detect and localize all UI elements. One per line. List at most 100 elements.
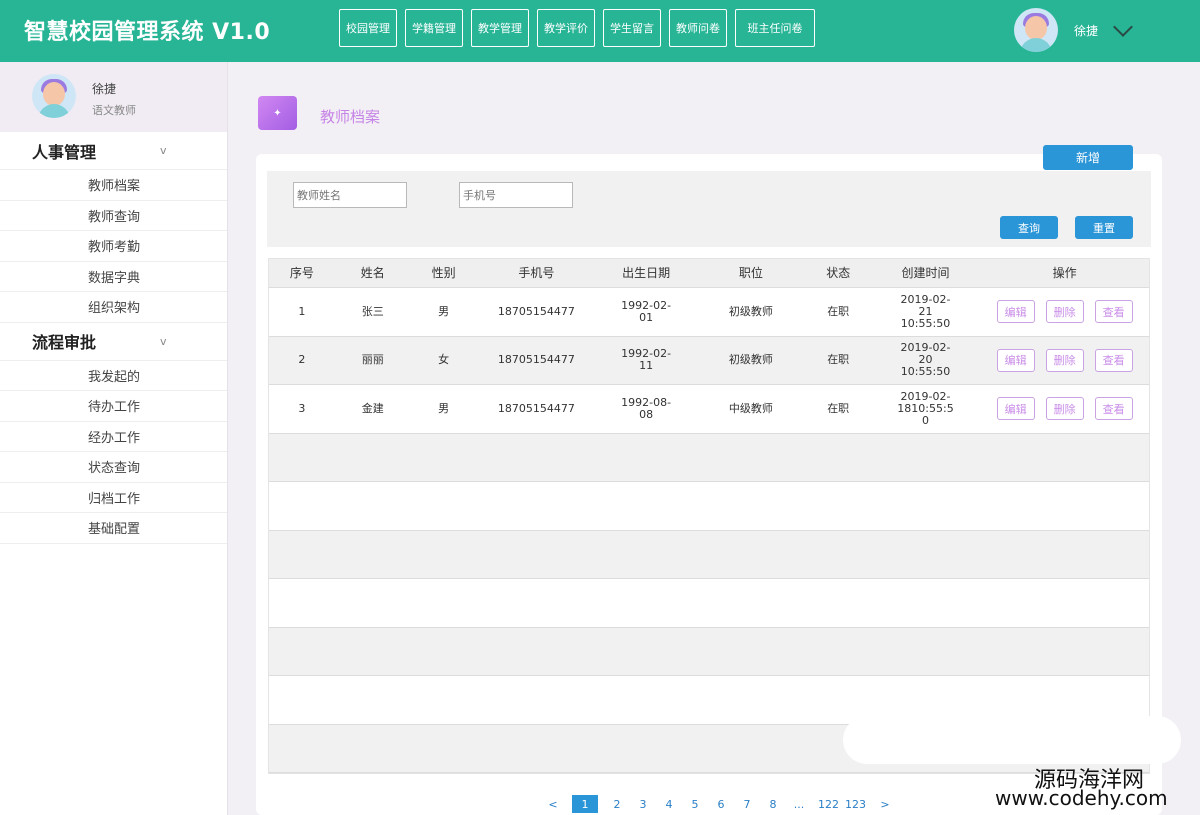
cell-created-time: 2019-02- 20 10:55:50 (871, 342, 981, 378)
cell-status: 在职 (827, 304, 850, 318)
page-1-button[interactable]: 1 (572, 795, 598, 813)
nav-headteacher-survey[interactable]: 班主任问卷 (735, 9, 815, 47)
cell-created-time: 2019-02- 21 10:55:50 (871, 292, 981, 330)
teacher-name-input[interactable] (293, 182, 407, 208)
nav-teaching-evaluation[interactable]: 教学评价 (537, 9, 595, 47)
page-8-button[interactable]: 8 (766, 795, 780, 813)
cell-index: 2 (298, 353, 306, 367)
sidebar-item-teacher-attendance[interactable]: 教师考勤 (0, 231, 227, 262)
cell-title: 初级教师 (728, 353, 773, 367)
column-header: 姓名 (360, 266, 385, 280)
edit-button[interactable]: 编辑 (996, 397, 1035, 421)
caret-down-icon[interactable]: v (160, 335, 167, 348)
created-line: 10:55:50 (900, 316, 951, 330)
column-header: 创建时间 (901, 266, 950, 280)
chevron-down-icon[interactable] (1113, 17, 1133, 37)
nav-teaching-management[interactable]: 教学管理 (471, 9, 529, 47)
next-page-button[interactable]: > (878, 795, 892, 813)
menu-group-title: 流程审批 (32, 333, 97, 352)
header-user-name[interactable]: 徐捷 (1074, 22, 1098, 39)
cell-name: 金建 (361, 401, 384, 415)
row-actions: 编辑 删除 查看 (980, 348, 1149, 372)
page-123-button[interactable]: 123 (845, 795, 866, 813)
created-line: 2019-02- (900, 292, 951, 306)
table-header: 序号 姓名 性别 手机号 出生日期 职位 状态 创建时间 操作 (269, 259, 1149, 288)
sidebar-item-archived[interactable]: 归档工作 (0, 483, 227, 513)
sidebar-item-teacher-query[interactable]: 教师查询 (0, 201, 227, 231)
nav-student-messages[interactable]: 学生留言 (603, 9, 661, 47)
edit-button[interactable]: 编辑 (996, 300, 1035, 324)
created-line: 2019-02- (900, 389, 951, 403)
created-line: 10:55:50 (900, 365, 951, 379)
delete-button[interactable]: 删除 (1045, 397, 1084, 421)
sidebar-item-base-config[interactable]: 基础配置 (0, 513, 227, 544)
sidebar-item-status-query[interactable]: 状态查询 (0, 452, 227, 483)
cell-gender: 女 (438, 353, 450, 367)
edit-button[interactable]: 编辑 (996, 348, 1035, 372)
page-2-button[interactable]: 2 (610, 795, 624, 813)
caret-down-icon[interactable]: v (160, 144, 167, 157)
cell-created-time: 2019-02- 1810:55:5 0 (871, 389, 981, 427)
cell-birth-date: 1992-02- 01 (596, 298, 696, 324)
menu-group-personnel[interactable]: 人事管理 v (0, 132, 227, 170)
cell-title: 中级教师 (728, 401, 773, 415)
delete-button[interactable]: 删除 (1045, 300, 1084, 324)
page-122-button[interactable]: 122 (818, 795, 839, 813)
sidebar-item-initiated[interactable]: 我发起的 (0, 361, 227, 391)
pagination: < 1 2 3 4 5 6 7 8 ... 122 123 > (546, 795, 904, 813)
user-menu[interactable]: 徐捷 (1014, 8, 1133, 52)
menu-group-approval[interactable]: 流程审批 v (0, 323, 227, 361)
view-button[interactable]: 查看 (1094, 348, 1133, 372)
sidebar-item-todo[interactable]: 待办工作 (0, 391, 227, 422)
page-6-button[interactable]: 6 (714, 795, 728, 813)
birth-line: 01 (639, 310, 654, 324)
created-line: 1810:55:5 (897, 401, 954, 415)
add-button[interactable]: 新增 (1043, 145, 1133, 170)
prev-page-button[interactable]: < (546, 795, 560, 813)
watermark-url: www.codehy.com (995, 786, 1168, 810)
sidebar-item-data-dictionary[interactable]: 数据字典 (0, 262, 227, 292)
cell-status: 在职 (827, 401, 850, 415)
phone-input[interactable] (459, 182, 573, 208)
page-4-button[interactable]: 4 (662, 795, 676, 813)
page-7-button[interactable]: 7 (740, 795, 754, 813)
cell-name: 张三 (361, 304, 384, 318)
cell-birth-date: 1992-08- 08 (596, 396, 696, 421)
reset-button[interactable]: 重置 (1075, 216, 1133, 239)
empty-row (269, 627, 1149, 676)
view-button[interactable]: 查看 (1094, 300, 1133, 324)
empty-row (269, 530, 1149, 579)
top-header: 智慧校园管理系统 V1.0 校园管理 学籍管理 教学管理 教学评价 学生留言 教… (0, 0, 1200, 62)
table-row: 3 金建 男 18705154477 1992-08- 08 中级教师 在职 2… (269, 385, 1149, 434)
page-5-button[interactable]: 5 (688, 795, 702, 813)
cell-gender: 男 (438, 401, 450, 415)
nav-teacher-survey[interactable]: 教师问卷 (669, 9, 727, 47)
cell-index: 3 (298, 401, 306, 415)
avatar[interactable] (1014, 8, 1058, 52)
sidebar: 徐捷 语文教师 人事管理 v 教师档案 教师查询 教师考勤 数据字典 组织架构 … (0, 62, 228, 815)
nav-campus-management[interactable]: 校园管理 (339, 9, 397, 47)
app-title: 智慧校园管理系统 V1.0 (24, 20, 271, 45)
top-nav: 校园管理 学籍管理 教学管理 教学评价 学生留言 教师问卷 班主任问卷 (339, 9, 823, 47)
birth-line: 1992-02- (621, 298, 672, 312)
sidebar-item-org-structure[interactable]: 组织架构 (0, 292, 227, 323)
watermark-backdrop (843, 716, 1181, 764)
profile-role: 语文教师 (92, 104, 136, 117)
table-row: 1 张三 男 18705154477 1992-02- 01 初级教师 在职 2… (269, 288, 1149, 337)
table-row: 2 丽丽 女 18705154477 1992-02- 11 初级教师 在职 2… (269, 336, 1149, 385)
row-actions: 编辑 删除 查看 (980, 397, 1149, 421)
page-3-button[interactable]: 3 (636, 795, 650, 813)
page-icon: ✦ (258, 96, 297, 130)
profile-name: 徐捷 (92, 82, 117, 96)
search-area: 查询 重置 (267, 171, 1151, 247)
column-header: 职位 (738, 266, 763, 280)
menu-group-title: 人事管理 (32, 142, 97, 162)
page-ellipsis: ... (793, 797, 805, 811)
query-button[interactable]: 查询 (1000, 216, 1058, 239)
view-button[interactable]: 查看 (1094, 397, 1133, 421)
sidebar-item-teacher-files[interactable]: 教师档案 (0, 170, 227, 201)
nav-student-records[interactable]: 学籍管理 (405, 9, 463, 47)
created-line: 21 (918, 304, 933, 318)
delete-button[interactable]: 删除 (1045, 348, 1084, 372)
sidebar-item-handled[interactable]: 经办工作 (0, 422, 227, 452)
